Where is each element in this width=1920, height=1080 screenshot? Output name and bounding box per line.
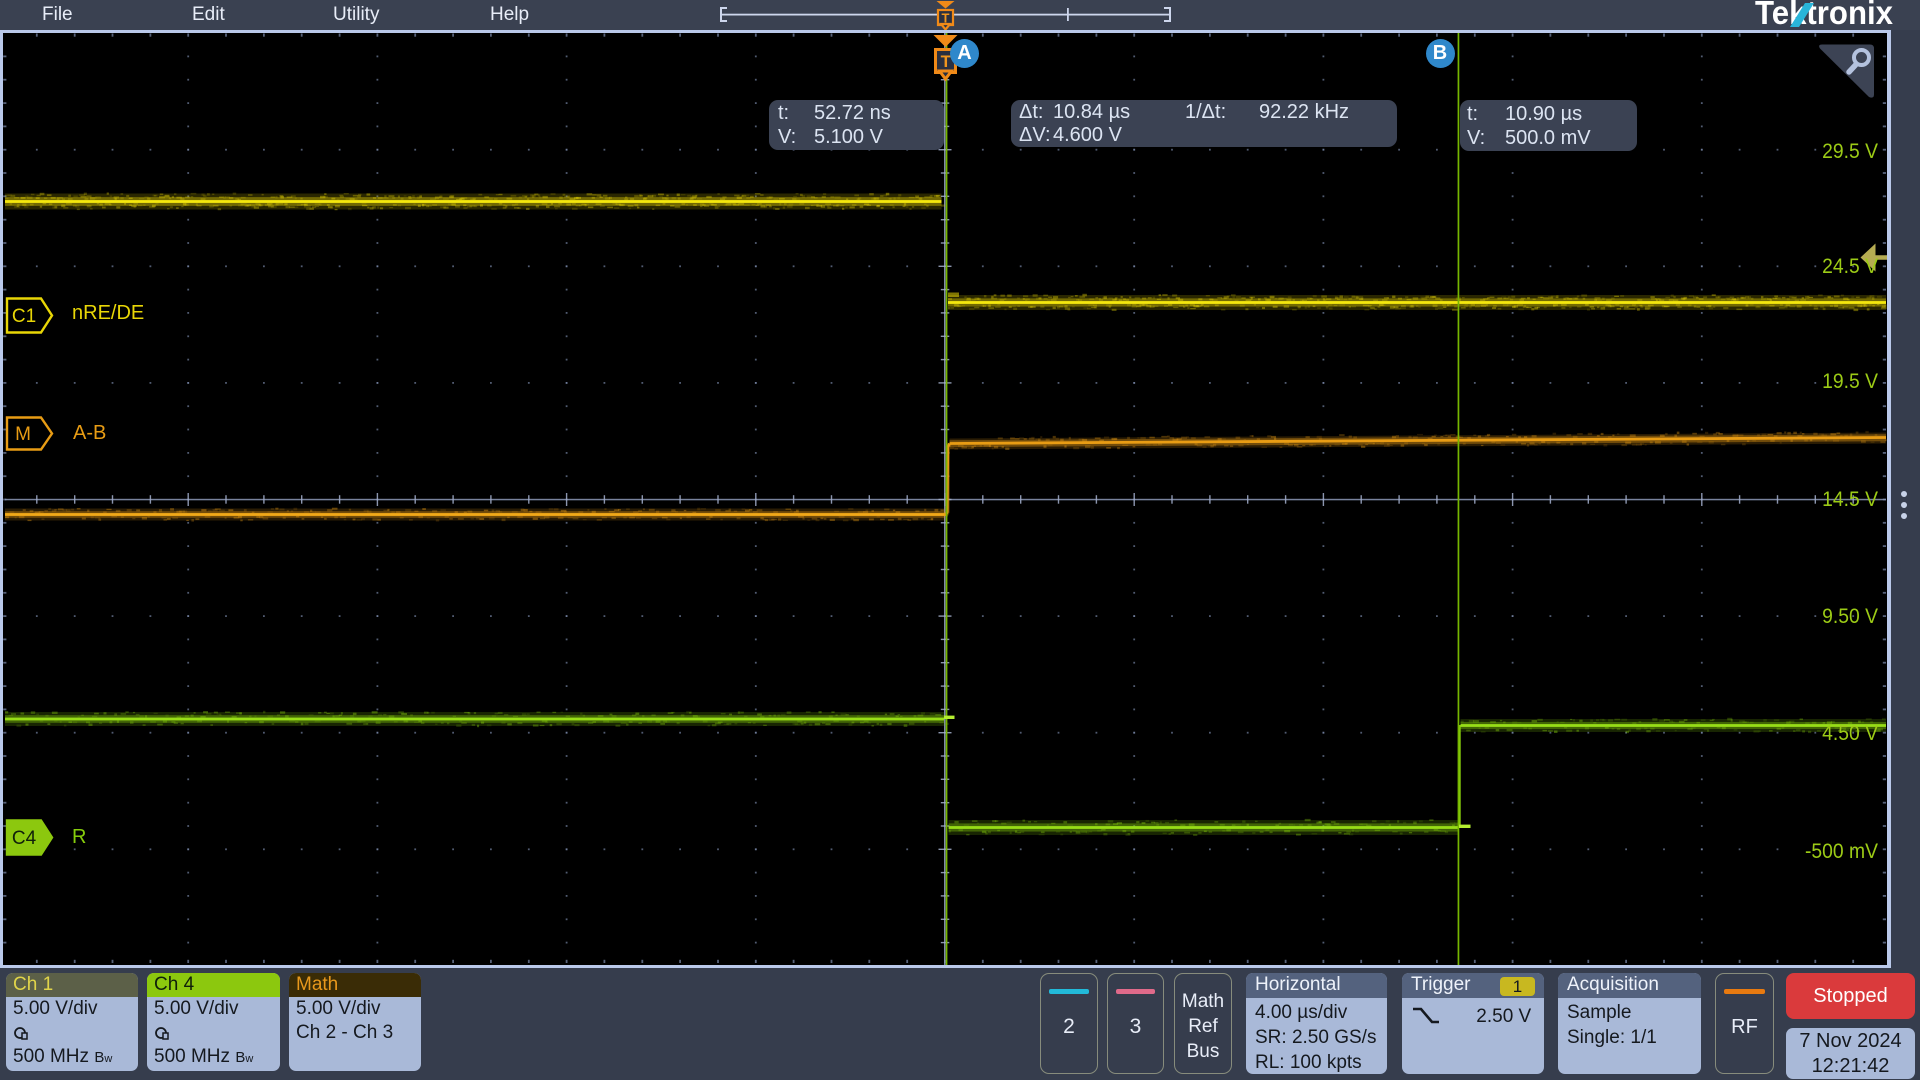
svg-text:R: R [72, 826, 86, 848]
svg-text:C4: C4 [12, 828, 37, 849]
svg-text:M: M [15, 424, 31, 445]
svg-text:Tektronix: Tektronix [1755, 0, 1894, 30]
svg-text:A-B: A-B [73, 422, 106, 444]
svg-text:T: T [942, 11, 950, 26]
svg-text:C1: C1 [12, 306, 36, 327]
svg-text:nRE/DE: nRE/DE [72, 302, 144, 324]
